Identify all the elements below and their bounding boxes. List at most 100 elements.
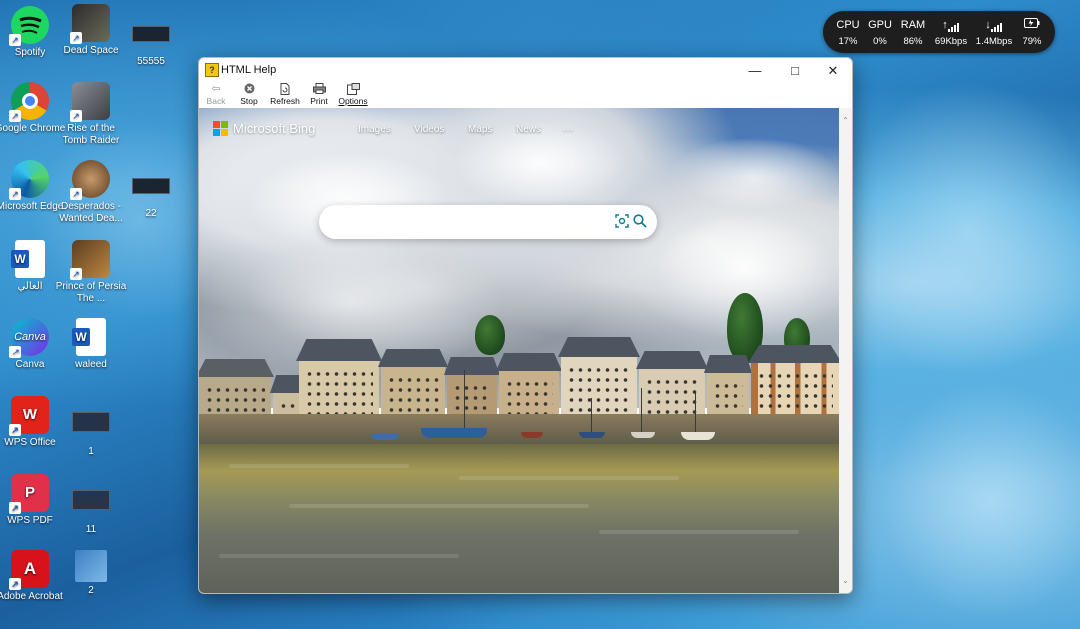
tomb-raider-icon: ↗	[70, 82, 110, 122]
upload-value: 69Kbps	[934, 36, 968, 47]
desktop-icon-tomb-raider[interactable]: ↗ Rise of the Tomb Raider	[54, 82, 128, 147]
cpu-value: 17%	[838, 36, 858, 47]
desktop-icon-label: Dead Space	[63, 45, 119, 56]
options-label: Options	[338, 96, 368, 106]
cloud	[669, 138, 839, 218]
refresh-icon	[268, 83, 302, 96]
desktop-icon-word-doc-2[interactable]: W waleed	[54, 318, 128, 371]
bing-page: Microsoft Bing Images Videos Maps News ·…	[199, 108, 839, 593]
desperados-icon: ↗	[70, 160, 110, 200]
desktop-icon-22[interactable]: 22	[114, 164, 188, 220]
performance-widget[interactable]: CPU 17% GPU 0% RAM 86% ↑ 69Kbps ↓ 1.4Mbp…	[823, 11, 1055, 53]
desktop-icon-label: العالي	[17, 281, 43, 292]
desktop-icon-label: WPS Office	[4, 437, 56, 448]
download-signal-icon: ↓	[973, 18, 1015, 32]
print-button[interactable]: Print	[308, 83, 330, 106]
window-title: HTML Help	[221, 64, 277, 76]
tree	[475, 315, 505, 355]
visual-search-icon[interactable]	[615, 214, 629, 228]
back-arrow-icon: ⇦	[211, 83, 221, 95]
wps-office-icon: W ↗	[9, 396, 49, 436]
battery-icon	[1019, 18, 1045, 32]
thumbnail-icon	[72, 412, 110, 432]
word-doc-icon: W	[72, 318, 106, 356]
bing-brand[interactable]: Microsoft Bing	[233, 121, 315, 136]
stop-button[interactable]: Stop	[237, 83, 261, 106]
refresh-label: Refresh	[270, 96, 300, 106]
battery-value: 79%	[1022, 36, 1042, 47]
boat	[631, 432, 655, 438]
desktop-icon-label: 1	[88, 446, 94, 457]
boat-mast	[695, 393, 696, 433]
gpu-label: GPU	[868, 19, 892, 31]
gpu-value: 0%	[873, 36, 887, 47]
desktop-icon-label: 22	[145, 208, 157, 219]
boat	[579, 432, 605, 438]
search-icon[interactable]	[633, 214, 647, 228]
nav-videos[interactable]: Videos	[414, 124, 444, 135]
nav-news[interactable]: News	[516, 124, 541, 135]
desktop-icon-label: Spotify	[14, 47, 46, 58]
upload-signal-icon: ↑	[929, 18, 973, 32]
word-doc-icon: W	[11, 240, 45, 278]
chrome-icon: ↗	[9, 82, 49, 122]
vertical-scrollbar[interactable]: ⌃ ⌄	[839, 108, 852, 593]
nav-images[interactable]: Images	[358, 124, 391, 135]
thumbnail-icon	[72, 490, 110, 510]
options-button[interactable]: Options	[337, 83, 369, 106]
scroll-down-icon[interactable]: ⌄	[839, 574, 852, 587]
html-help-window[interactable]: ? HTML Help — □ ✕ ⇦ Back Stop Refresh Pr…	[198, 57, 853, 594]
edge-icon: ↗	[9, 160, 49, 200]
desktop-icon-11[interactable]: 11	[54, 482, 128, 536]
back-button[interactable]: ⇦ Back	[204, 83, 228, 106]
boat-mast	[641, 388, 642, 432]
refresh-button[interactable]: Refresh	[268, 83, 302, 106]
desktop-icon-label: Prince of Persia The ...	[55, 281, 127, 304]
ram-value: 86%	[903, 36, 923, 47]
desktop-icon-prince-of-persia[interactable]: ↗ Prince of Persia The ...	[54, 240, 128, 305]
title-bar[interactable]: ? HTML Help — □ ✕	[199, 58, 852, 83]
boat-mast	[591, 398, 592, 432]
search-input[interactable]	[333, 212, 607, 234]
options-icon	[337, 83, 369, 96]
close-button[interactable]: ✕	[814, 58, 852, 83]
water	[199, 444, 839, 593]
scroll-up-icon[interactable]: ⌃	[839, 114, 852, 127]
desktop-icon-label: Rise of the Tomb Raider	[62, 123, 120, 146]
thumbnail-icon	[75, 550, 107, 582]
nav-maps[interactable]: Maps	[468, 124, 492, 135]
minimize-button[interactable]: —	[736, 58, 774, 83]
back-label: Back	[206, 96, 226, 106]
download-value: 1.4Mbps	[975, 36, 1013, 47]
search-box[interactable]	[319, 205, 657, 239]
desktop-icon-label: Canva	[15, 359, 45, 370]
microsoft-logo-icon[interactable]	[213, 121, 228, 136]
boat	[421, 428, 487, 438]
desktop-icon-label: waleed	[75, 359, 107, 370]
quay-wall	[199, 414, 839, 448]
desktop-icon-label: 11	[85, 524, 97, 535]
desktop-icon-label: 55555	[137, 56, 165, 67]
spotify-icon: ↗	[9, 6, 49, 46]
wallpaper-highlight	[880, 380, 1080, 620]
canva-icon: Canva ↗	[9, 318, 49, 358]
nav-more[interactable]: ···	[562, 122, 574, 136]
wps-pdf-icon: P ↗	[9, 474, 49, 514]
acrobat-icon: A ↗	[9, 550, 49, 590]
stop-icon	[237, 83, 261, 96]
thumbnail-icon	[132, 178, 170, 194]
desktop-icon-label: WPS PDF	[7, 515, 53, 526]
thumbnail-icon	[132, 26, 170, 42]
help-app-icon: ?	[205, 63, 219, 77]
maximize-button[interactable]: □	[776, 58, 814, 83]
desktop-icon-label: 2	[88, 585, 94, 596]
printer-icon	[308, 83, 330, 96]
boat-mast	[464, 370, 465, 436]
boat	[371, 434, 399, 440]
desktop-icon-1[interactable]: 1	[54, 404, 128, 458]
print-label: Print	[310, 96, 328, 106]
boat	[521, 432, 543, 438]
boat	[681, 432, 715, 440]
desktop-icon-55555[interactable]: 55555	[114, 12, 188, 68]
desktop-icon-2[interactable]: 2	[54, 550, 128, 597]
